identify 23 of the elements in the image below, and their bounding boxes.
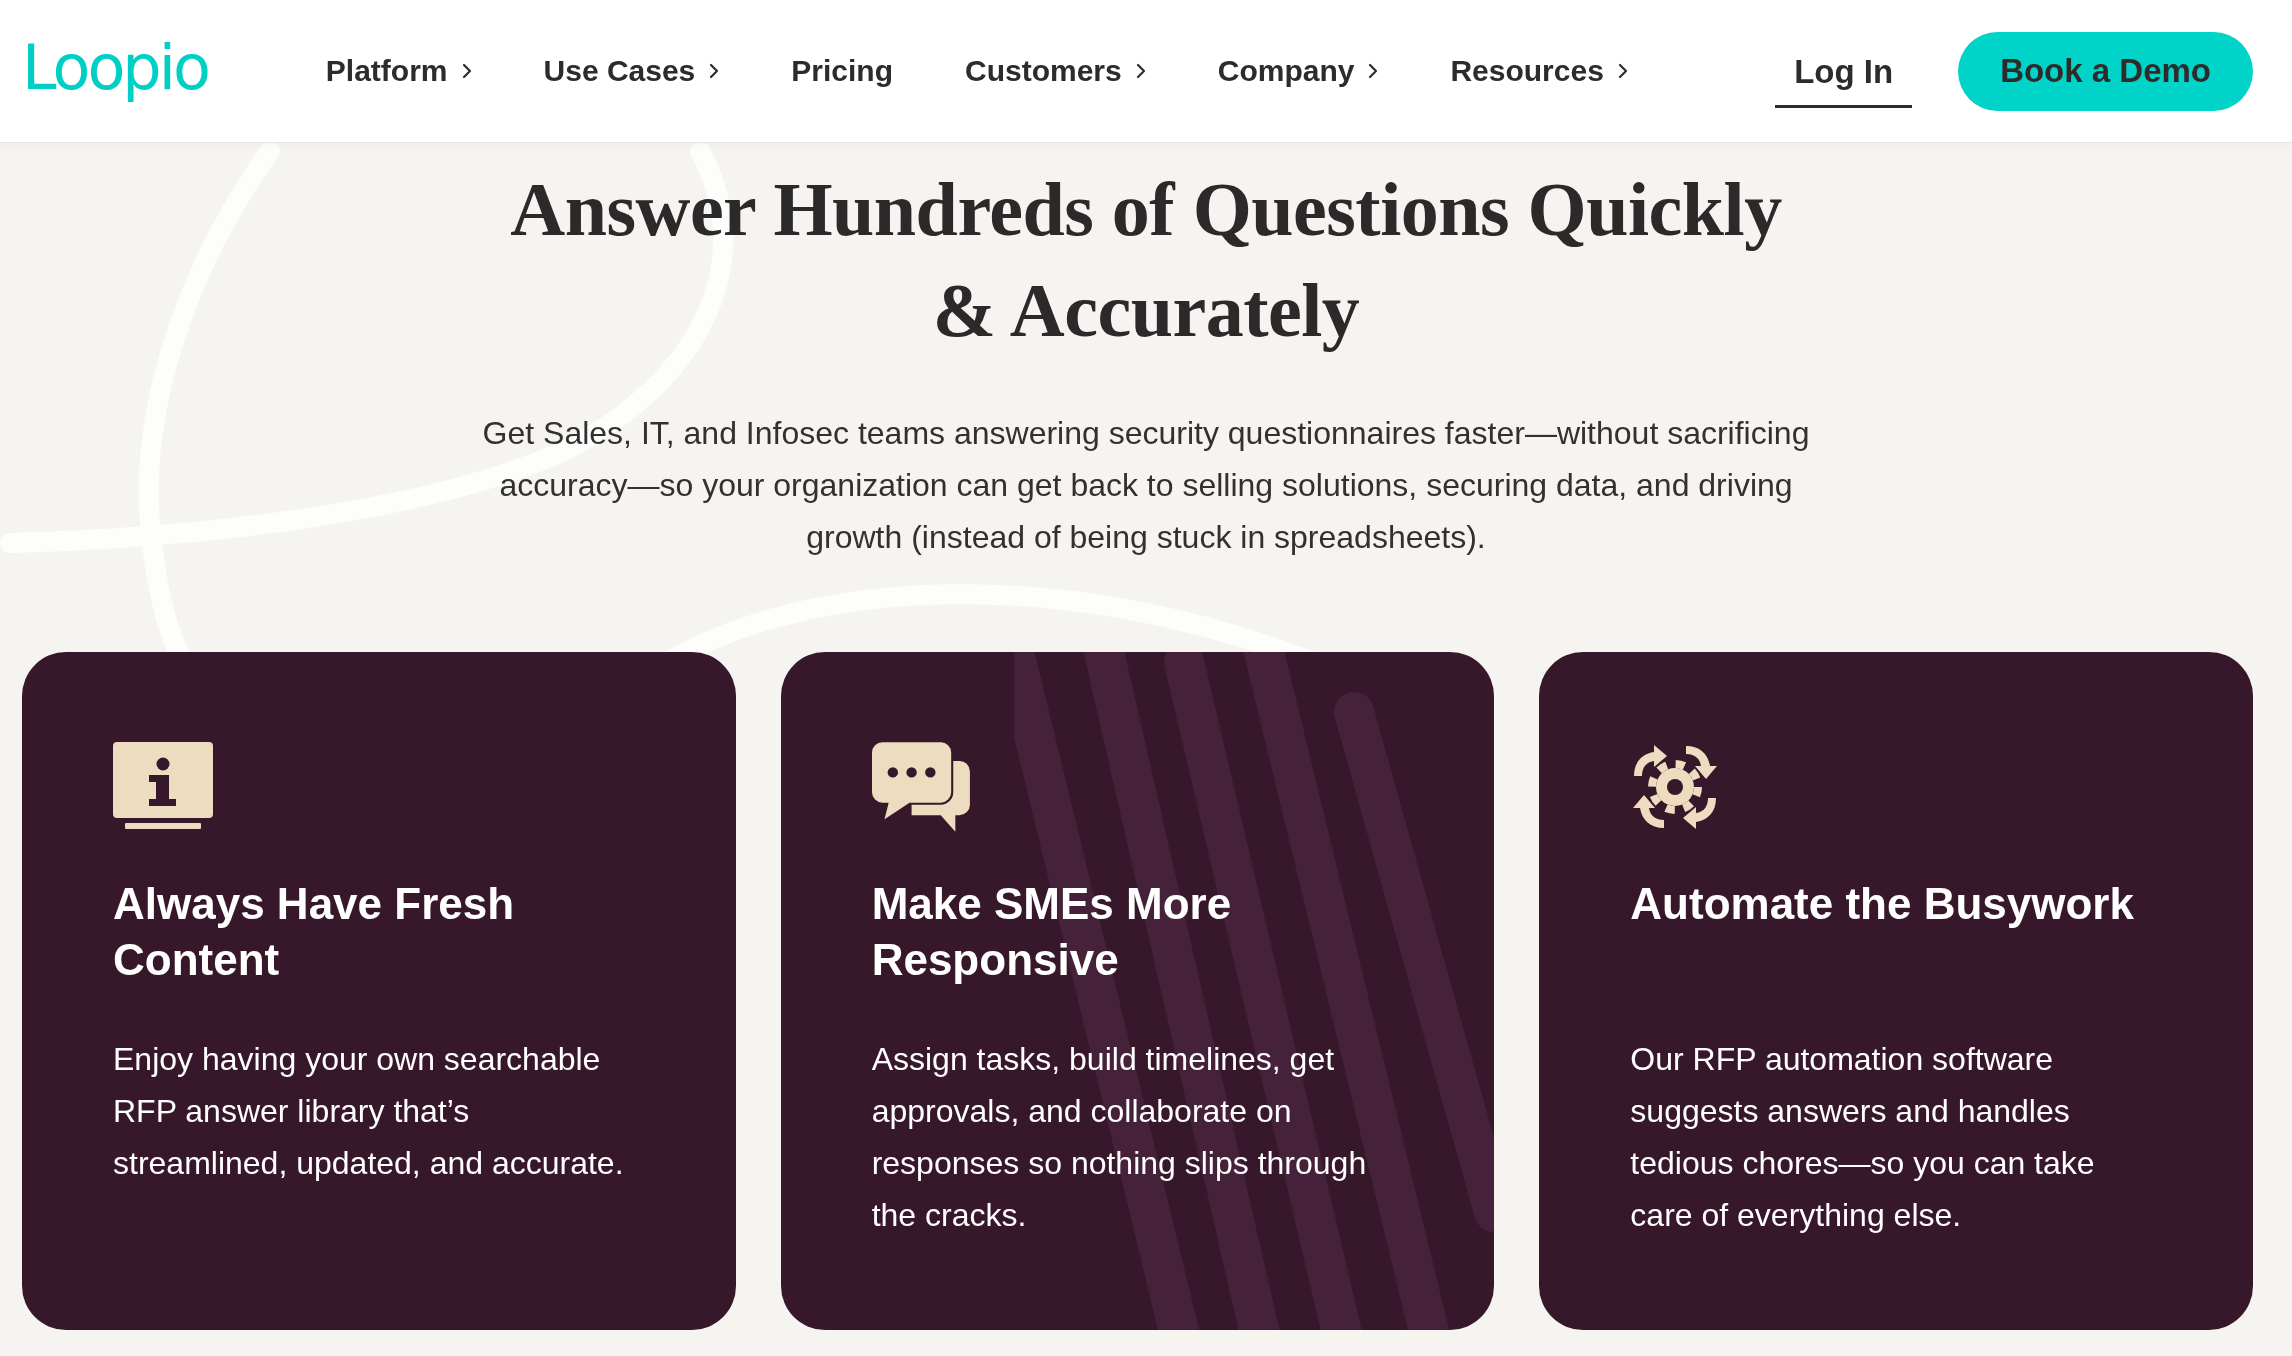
nav-link[interactable]: Platform [325, 54, 472, 88]
hero-heading: Answer Hundreds of Questions Quickly & Accurately [510, 166, 1782, 354]
nav-link[interactable]: Company [1217, 54, 1379, 88]
feature-description: Enjoy having your own searchable RFP answer library that’s streamlined, updated, and accurate. [113, 1040, 625, 1183]
feature-description: Our RFP automation software suggests answers and handles tedious chores—so you can take care of everything else. [1630, 1040, 2096, 1235]
feature-title: Automate the Busywork [1630, 878, 2134, 930]
chevron-icon [1617, 63, 1628, 79]
book-demo-button[interactable]: Book a Demo [1958, 31, 2253, 111]
nav-link[interactable]: Customers [965, 54, 1146, 88]
feature-title: Always Have Fresh Content [113, 878, 516, 986]
hero-description: Get Sales, IT, and Infosec teams answering security questionnaires faster—without sacrificing accuracy—so your organization can get back to selling solutions, securing data, and driving growth (instead of being stuck in spreadsheets). [481, 414, 1811, 557]
login-link[interactable]: Log In [1775, 38, 1913, 108]
nav-link[interactable]: Use Cases [543, 54, 720, 88]
feature-title: Make SMEs More Responsive [871, 878, 1233, 986]
info-monitor-icon [113, 742, 213, 832]
nav-link[interactable]: Pricing [791, 54, 893, 88]
chat-bubbles-icon [871, 742, 972, 832]
chevron-icon [1135, 63, 1146, 79]
chevron-icon [461, 63, 472, 79]
chevron-icon [1368, 63, 1379, 79]
nav-link[interactable]: Resources [1450, 54, 1628, 88]
chevron-icon [709, 63, 720, 79]
feature-description: Assign tasks, build timelines, get approvals, and collaborate on responses so nothing slips through the cracks. [871, 1040, 1368, 1235]
